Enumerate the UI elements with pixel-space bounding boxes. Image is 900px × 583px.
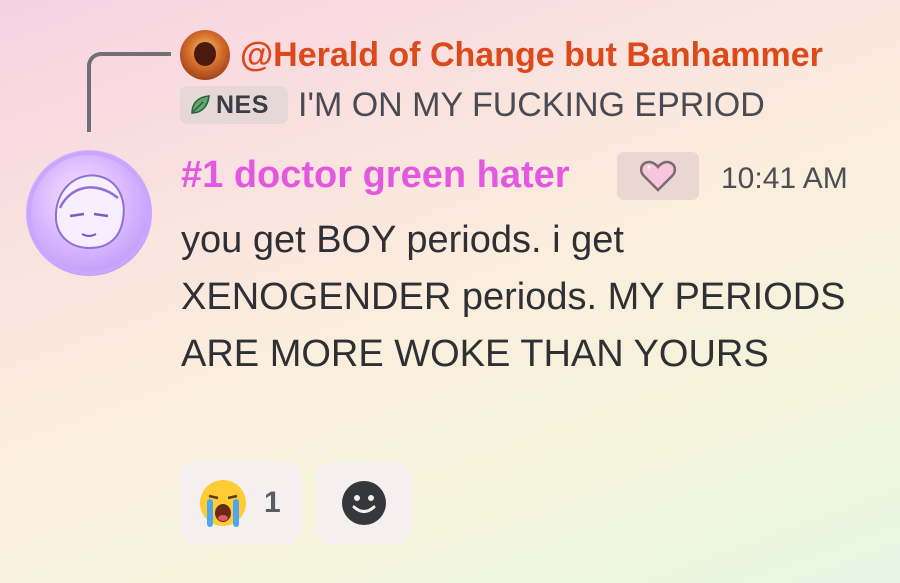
- reply-author-name[interactable]: @Herald of Change but Banhammer: [240, 33, 823, 77]
- pixel-heart-icon: [639, 160, 677, 192]
- server-tag-label: NES: [216, 90, 269, 119]
- author-username[interactable]: #1 doctor green hater: [181, 152, 570, 198]
- smiley-face-icon: [342, 481, 386, 525]
- add-reaction-button[interactable]: [316, 462, 412, 544]
- reply-preview-text[interactable]: I'M ON MY FUCKING EPRIOD: [298, 85, 765, 125]
- reply-author-avatar[interactable]: [180, 30, 230, 80]
- message-timestamp: 10:41 AM: [721, 162, 848, 195]
- message-content: you get BOY periods. i get XENOGENDER pe…: [181, 219, 846, 375]
- loudly-crying-face-icon: [200, 480, 246, 527]
- author-badge[interactable]: [617, 152, 699, 200]
- author-avatar[interactable]: [26, 150, 152, 276]
- leaf-icon: [191, 95, 210, 114]
- reaction-count: 1: [264, 486, 281, 519]
- server-tag[interactable]: NES: [180, 86, 288, 124]
- reply-connector-line: [87, 52, 171, 132]
- reaction-button[interactable]: 1: [180, 462, 302, 544]
- avatar-illustration: [27, 151, 151, 275]
